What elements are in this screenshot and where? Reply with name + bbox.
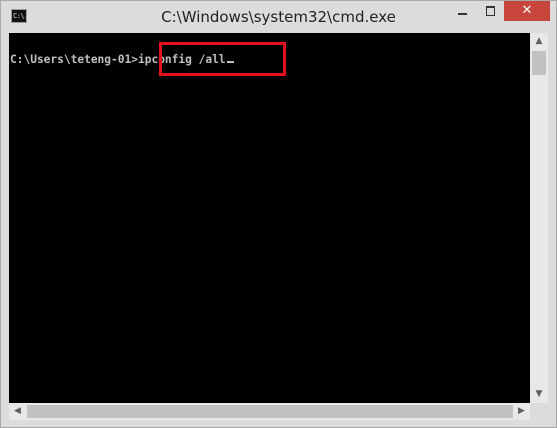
vertical-scrollbar[interactable]: ▲ ▼ [530,33,548,403]
scroll-down-arrow-icon[interactable]: ▼ [530,386,548,403]
minimize-icon [458,13,467,15]
title-bar[interactable]: C:\. C:\Windows\system32\cmd.exe ✕ [1,1,556,33]
prompt-text: C:\Users\teteng-01> [10,53,138,66]
scrollbar-corner [530,403,548,420]
command-highlight-box [159,42,286,76]
maximize-icon [486,6,495,16]
scroll-right-arrow-icon[interactable]: ▶ [513,403,530,420]
close-button[interactable]: ✕ [504,1,550,21]
cmd-window: C:\. C:\Windows\system32\cmd.exe ✕ C:\Us… [0,0,557,428]
scroll-left-arrow-icon[interactable]: ◀ [9,403,26,420]
vertical-scroll-thumb[interactable] [532,51,546,75]
minimize-button[interactable] [449,1,477,21]
scroll-up-arrow-icon[interactable]: ▲ [530,33,548,50]
close-icon: ✕ [521,3,533,18]
console-area[interactable]: C:\Users\teteng-01>ipconfig /all [9,33,530,403]
horizontal-scrollbar[interactable]: ◀ ▶ [9,403,530,420]
maximize-button[interactable] [477,1,503,21]
horizontal-scroll-thumb[interactable] [27,405,513,418]
